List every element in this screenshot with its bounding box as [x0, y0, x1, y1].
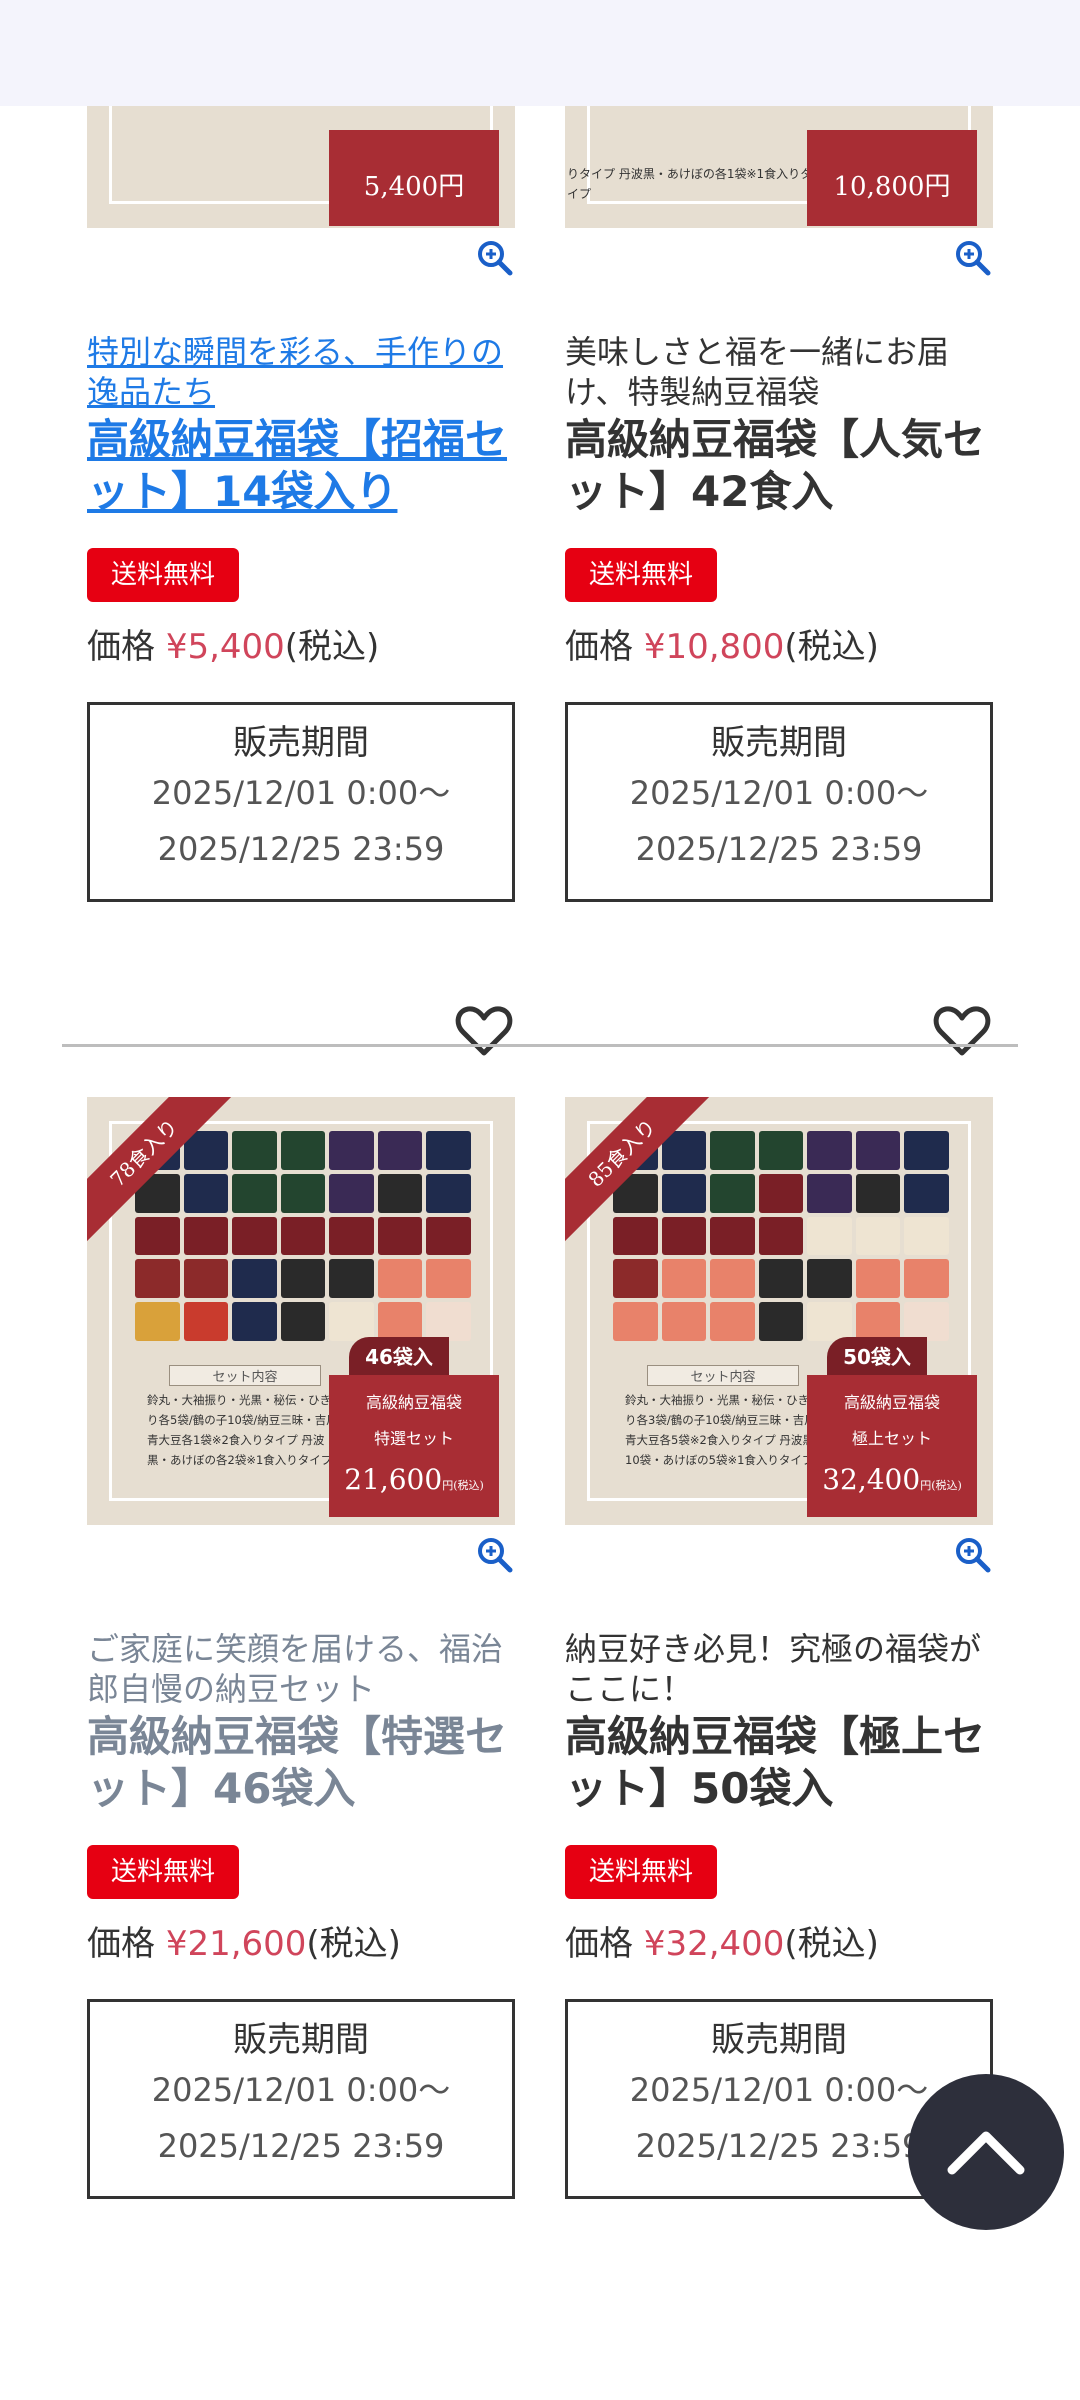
image-set-name: 極上セット — [851, 1429, 932, 1448]
image-contents-text: りタイプ 丹波黒・あけぼの各1袋※1食入りタイプ — [567, 167, 813, 201]
image-contents-title: セット内容 — [647, 1365, 799, 1386]
product-price: 価格 ¥21,600(税込) — [87, 1919, 401, 1969]
zoom-in-icon[interactable] — [953, 1535, 993, 1575]
image-contents: セット内容 鈴丸・大袖振り・光黒・秘伝・ひきわり各3袋/鶴の子10袋/納豆三昧・… — [625, 1365, 821, 1495]
sales-period-box: 販売期間 2025/12/01 0:00〜 2025/12/25 23:59 — [565, 702, 993, 902]
sales-period-title: 販売期間 — [711, 2020, 847, 2060]
product-card[interactable]: 85食入り セット内容 鈴丸・大袖振り・光黒・秘伝・ひきわり各3袋/鶴の子10袋… — [565, 1097, 993, 2199]
image-product-name: 高級納豆福袋 — [843, 1393, 940, 1412]
sales-period-start: 2025/12/01 0:00〜 — [629, 774, 929, 812]
product-name-link[interactable]: 高級納豆福袋【招福セット】14袋入り — [87, 414, 515, 518]
image-product-name: 高級納豆福袋 — [365, 1393, 462, 1412]
image-contents-text: 鈴丸・大袖振り・光黒・秘伝・ひきわり各5袋/鶴の子10袋/納豆三昧・吉川青大豆各… — [147, 1393, 343, 1467]
product-image[interactable]: 78食入り セット内容 鈴丸・大袖振り・光黒・秘伝・ひきわり各5袋/鶴の子10袋… — [87, 1097, 515, 1525]
image-price: 21,600円(税込) — [344, 1463, 484, 1496]
free-shipping-badge: 送料無料 — [87, 1845, 240, 1899]
product-image[interactable]: 85食入り セット内容 鈴丸・大袖振り・光黒・秘伝・ひきわり各3袋/鶴の子10袋… — [565, 1097, 993, 1525]
product-price: 価格 ¥32,400(税込) — [565, 1919, 879, 1969]
price-label: 価格 — [565, 627, 633, 667]
price-label: 価格 — [565, 1924, 633, 1964]
free-shipping-badge: 送料無料 — [565, 548, 718, 602]
image-price-box: 高級納豆福袋 極上セット 32,400円(税込) — [807, 1375, 977, 1517]
product-name-link[interactable]: 高級納豆福袋【人気セット】42食入 — [565, 414, 993, 518]
price-tax: (税込) — [784, 627, 879, 667]
price-value: ¥5,400 — [165, 627, 285, 667]
sales-period-end: 2025/12/25 23:59 — [157, 2127, 445, 2165]
back-to-top-button[interactable] — [908, 2074, 1064, 2230]
free-shipping-badge: 送料無料 — [565, 1845, 718, 1899]
price-tax: (税込) — [306, 1924, 401, 1964]
sales-period-title: 販売期間 — [233, 2020, 369, 2060]
image-count-badge: 46袋入 — [349, 1337, 449, 1377]
zoom-in-icon[interactable] — [475, 1535, 515, 1575]
image-contents-text: 鈴丸・大袖振り・光黒・秘伝・ひきわり各3袋/鶴の子10袋/納豆三昧・吉川青大豆各… — [625, 1393, 821, 1467]
price-tax: (税込) — [784, 1924, 879, 1964]
zoom-in-icon[interactable] — [953, 238, 993, 278]
image-price: 5,400円 — [363, 172, 465, 202]
sales-period-start: 2025/12/01 0:00〜 — [151, 774, 451, 812]
sales-period-end: 2025/12/25 23:59 — [635, 830, 923, 868]
price-label: 価格 — [87, 1924, 155, 1964]
sales-period-box: 販売期間 2025/12/01 0:00〜 2025/12/25 23:59 — [87, 702, 515, 902]
heart-outline-icon[interactable] — [931, 1000, 993, 1062]
price-tax: (税込) — [284, 627, 380, 667]
price-value: ¥10,800 — [643, 627, 785, 667]
product-price: 価格 ¥5,400(税込) — [87, 622, 379, 672]
price-value: ¥32,400 — [643, 1924, 785, 1964]
image-price-box: 高級納豆福袋 特選セット 21,600円(税込) — [329, 1375, 499, 1517]
sales-period-title: 販売期間 — [711, 723, 847, 763]
image-contents: セット内容 鈴丸・大袖振り・光黒・秘伝・ひきわり各5袋/鶴の子10袋/納豆三昧・… — [147, 1365, 343, 1495]
sales-period-box: 販売期間 2025/12/01 0:00〜 2025/12/25 23:59 — [87, 1999, 515, 2199]
image-price-box: 5,400円 — [329, 130, 499, 226]
image-count-badge: 50袋入 — [827, 1337, 927, 1377]
image-price: 32,400円(税込) — [822, 1463, 962, 1496]
product-catchphrase[interactable]: 納豆好き必見！究極の福袋がここに！ — [565, 1629, 993, 1709]
sales-period-title: 販売期間 — [233, 723, 369, 763]
price-label: 価格 — [87, 627, 155, 667]
sales-period-end: 2025/12/25 23:59 — [157, 830, 445, 868]
heart-outline-icon[interactable] — [453, 1000, 515, 1062]
sales-period-start: 2025/12/01 0:00〜 — [151, 2071, 451, 2109]
product-price: 価格 ¥10,800(税込) — [565, 622, 879, 672]
product-catchphrase[interactable]: ご家庭に笑顔を届ける、福治郎自慢の納豆セット — [87, 1629, 515, 1709]
product-catchphrase[interactable]: 美味しさと福を一緒にお届け、特製納豆福袋 — [565, 332, 993, 412]
free-shipping-badge: 送料無料 — [87, 548, 240, 602]
image-price-box: 10,800円 — [807, 130, 977, 226]
chevron-up-icon — [947, 2131, 1025, 2175]
product-catchphrase[interactable]: 特別な瞬間を彩る、手作りの逸品たち — [87, 332, 515, 412]
product-name-link[interactable]: 高級納豆福袋【極上セット】50袋入 — [565, 1711, 993, 1815]
image-price: 10,800円 — [833, 172, 951, 202]
image-set-name: 特選セット — [373, 1429, 454, 1448]
natto-packs-illustration — [135, 1131, 471, 1341]
row-divider — [62, 1044, 1018, 1047]
image-contents-title: セット内容 — [169, 1365, 321, 1386]
zoom-in-icon[interactable] — [475, 238, 515, 278]
top-header-bar — [0, 0, 1080, 106]
natto-packs-illustration — [613, 1131, 949, 1341]
product-card[interactable]: 78食入り セット内容 鈴丸・大袖振り・光黒・秘伝・ひきわり各5袋/鶴の子10袋… — [87, 1097, 515, 2199]
price-value: ¥21,600 — [165, 1924, 307, 1964]
product-name-link[interactable]: 高級納豆福袋【特選セット】46袋入 — [87, 1711, 515, 1815]
